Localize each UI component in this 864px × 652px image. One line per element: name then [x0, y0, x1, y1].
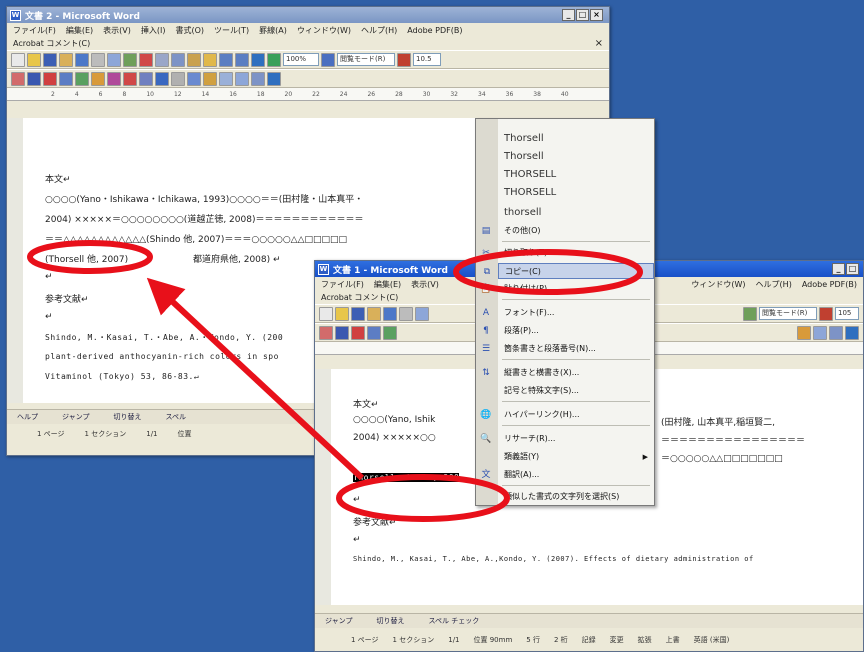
highlight-ring-selected-citation — [336, 474, 510, 522]
highlight-ring-copy-item — [453, 249, 643, 295]
highlight-ring-back-citation — [27, 240, 153, 274]
annotation-overlay — [27, 240, 643, 522]
red-arrow-icon — [146, 277, 365, 481]
